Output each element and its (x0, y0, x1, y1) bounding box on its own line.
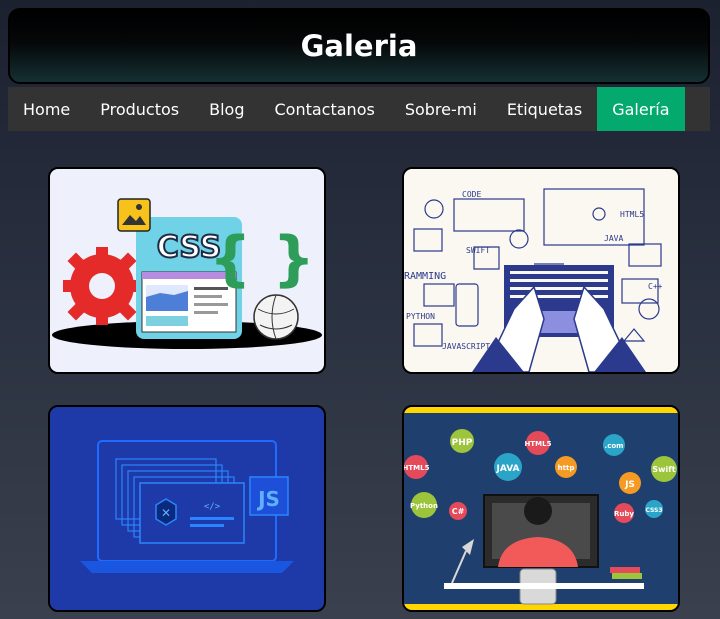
nav-item-sobre-mi[interactable]: Sobre-mi (390, 87, 492, 131)
ramming-label: RAMMING (404, 271, 446, 282)
dotcom-label: .com (605, 442, 624, 450)
gallery-image-programming[interactable]: CODE HTML5 SWIFT JAVA RAMMING PYTHON JAV… (402, 167, 680, 374)
javascript-label: JAVASCRIPT (442, 342, 490, 351)
gear-icon (63, 247, 141, 325)
html5-label-2: HTML5 (404, 464, 430, 472)
php-label: PHP (452, 438, 473, 448)
nav-item-blog[interactable]: Blog (194, 87, 259, 131)
nav-item-etiquetas[interactable]: Etiquetas (492, 87, 597, 131)
css-illustration: CSS { } (50, 169, 324, 372)
code-label: CODE (462, 190, 481, 199)
laptop-javascript-illustration: ✕ </> JS (50, 407, 324, 610)
developer-languages-illustration: PHP HTML5 JAVA .com HTML5 http Swift JS … (404, 407, 678, 610)
cpp-label: C++ (648, 282, 663, 291)
nav-item-productos[interactable]: Productos (85, 87, 194, 131)
html5-label: HTML5 (525, 440, 552, 448)
nav-item-home[interactable]: Home (8, 87, 85, 131)
gallery-image-javascript[interactable]: ✕ </> JS (48, 405, 326, 612)
java-label: JAVA (604, 234, 623, 243)
image-icon (117, 198, 151, 232)
svg-text:✕: ✕ (161, 506, 171, 520)
csharp-label: C# (452, 507, 465, 516)
swift-label: Swift (652, 465, 675, 474)
python-label: PYTHON (406, 312, 435, 321)
http-label: http (558, 464, 575, 472)
java-label: JAVA (495, 464, 519, 474)
ruby-label: Ruby (614, 510, 634, 518)
braces-icon: { } (209, 224, 315, 294)
css3-label: CSS3 (645, 507, 662, 514)
js-label: JS (624, 480, 635, 490)
gallery-image-developer[interactable]: PHP HTML5 JAVA .com HTML5 http Swift JS … (402, 405, 680, 612)
swift-label: SWIFT (466, 246, 490, 255)
close-icon: ✕ (155, 498, 177, 526)
html5-label: HTML5 (620, 210, 644, 219)
python-label: Python (410, 502, 438, 510)
programming-keyboard-illustration: CODE HTML5 SWIFT JAVA RAMMING PYTHON JAV… (404, 169, 678, 372)
nav-item-contactanos[interactable]: Contactanos (260, 87, 390, 131)
page-header: Galeria (8, 8, 710, 84)
page-title: Galeria (300, 29, 418, 63)
main-nav: Home Productos Blog Contactanos Sobre-mi… (8, 87, 710, 131)
code-tag-icon: </> (204, 502, 221, 512)
gallery-image-css[interactable]: CSS { } (48, 167, 326, 374)
nav-item-galeria[interactable]: Galería (597, 87, 685, 131)
js-badge: JS (256, 487, 280, 511)
